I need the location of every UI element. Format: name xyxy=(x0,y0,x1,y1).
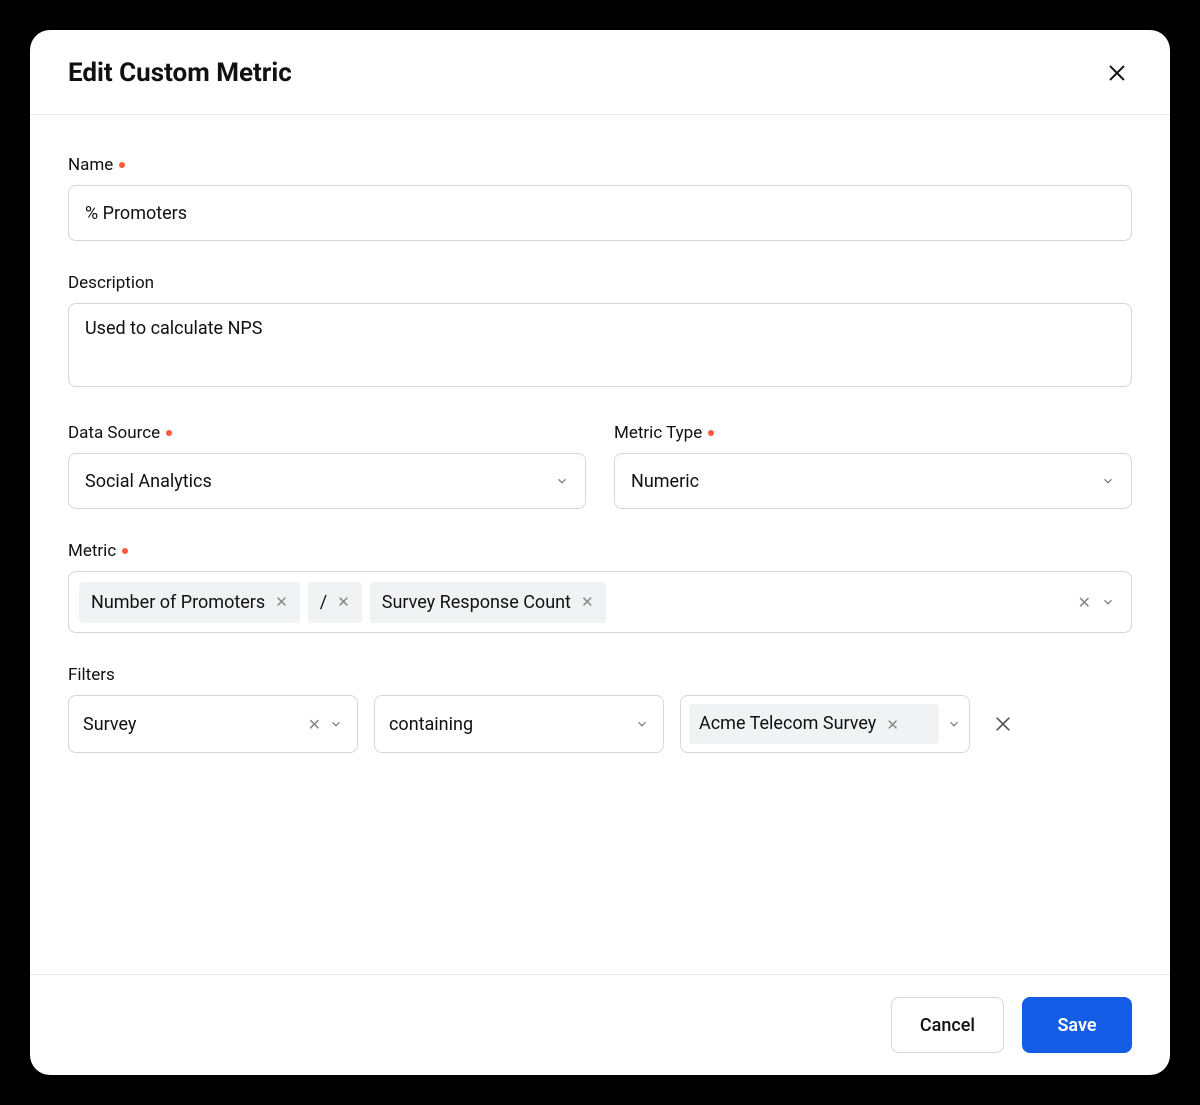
name-field-group: Name xyxy=(68,155,1132,241)
required-dot-icon xyxy=(122,548,128,554)
clear-filter-field-icon[interactable]: ✕ xyxy=(308,715,321,734)
required-dot-icon xyxy=(708,430,714,436)
clear-all-icon[interactable]: ✕ xyxy=(1078,593,1091,612)
remove-token-icon[interactable]: ✕ xyxy=(275,593,288,611)
chevron-down-icon[interactable] xyxy=(947,717,961,731)
filter-operator-select[interactable]: containing xyxy=(374,695,664,753)
data-source-field-group: Data Source Social Analytics xyxy=(68,423,586,509)
metric-token-operator: / ✕ xyxy=(308,582,362,623)
chevron-down-icon xyxy=(635,717,649,731)
remove-filter-value-icon[interactable]: ✕ xyxy=(886,716,899,734)
description-input[interactable]: Used to calculate NPS xyxy=(68,303,1132,387)
description-label: Description xyxy=(68,273,1132,293)
metric-type-field-group: Metric Type Numeric xyxy=(614,423,1132,509)
chevron-down-icon xyxy=(1101,474,1115,488)
metric-type-label: Metric Type xyxy=(614,423,1132,443)
required-dot-icon xyxy=(119,162,125,168)
metric-type-value: Numeric xyxy=(631,471,699,492)
required-dot-icon xyxy=(166,430,172,436)
filter-field-value: Survey xyxy=(83,714,136,735)
filter-row: Survey ✕ containing xyxy=(68,695,1132,753)
name-label: Name xyxy=(68,155,1132,175)
metric-field-group: Metric Number of Promoters ✕ / ✕ Survey … xyxy=(68,541,1132,633)
chevron-down-icon xyxy=(555,474,569,488)
save-button[interactable]: Save xyxy=(1022,997,1132,1053)
remove-token-icon[interactable]: ✕ xyxy=(337,593,350,611)
filter-value-input[interactable]: Acme Telecom Survey ✕ xyxy=(680,695,970,753)
filter-operator-value: containing xyxy=(389,714,473,735)
metric-label: Metric xyxy=(68,541,1132,561)
modal-title: Edit Custom Metric xyxy=(68,58,292,88)
remove-filter-row-icon[interactable] xyxy=(986,695,1020,753)
description-field-group: Description Used to calculate NPS xyxy=(68,273,1132,391)
edit-custom-metric-modal: Edit Custom Metric Name Description Used… xyxy=(30,30,1170,1075)
modal-footer: Cancel Save xyxy=(30,974,1170,1075)
chevron-down-icon[interactable] xyxy=(1101,595,1115,609)
remove-token-icon[interactable]: ✕ xyxy=(581,593,594,611)
cancel-button[interactable]: Cancel xyxy=(891,997,1004,1053)
metric-formula-input[interactable]: Number of Promoters ✕ / ✕ Survey Respons… xyxy=(68,571,1132,633)
modal-header: Edit Custom Metric xyxy=(30,30,1170,115)
filters-label: Filters xyxy=(68,665,1132,685)
filters-field-group: Filters Survey ✕ containing xyxy=(68,665,1132,753)
filter-value-tag: Acme Telecom Survey ✕ xyxy=(689,704,939,744)
name-input[interactable] xyxy=(68,185,1132,241)
close-icon[interactable] xyxy=(1102,58,1132,88)
metric-token: Number of Promoters ✕ xyxy=(79,582,300,623)
data-source-label: Data Source xyxy=(68,423,586,443)
modal-body: Name Description Used to calculate NPS D… xyxy=(30,115,1170,974)
metric-token: Survey Response Count ✕ xyxy=(370,582,606,623)
chevron-down-icon xyxy=(329,717,343,731)
filter-field-select[interactable]: Survey ✕ xyxy=(68,695,358,753)
metric-type-select[interactable]: Numeric xyxy=(614,453,1132,509)
metric-box-controls: ✕ xyxy=(1078,593,1121,612)
data-source-select[interactable]: Social Analytics xyxy=(68,453,586,509)
data-source-value: Social Analytics xyxy=(85,471,212,492)
